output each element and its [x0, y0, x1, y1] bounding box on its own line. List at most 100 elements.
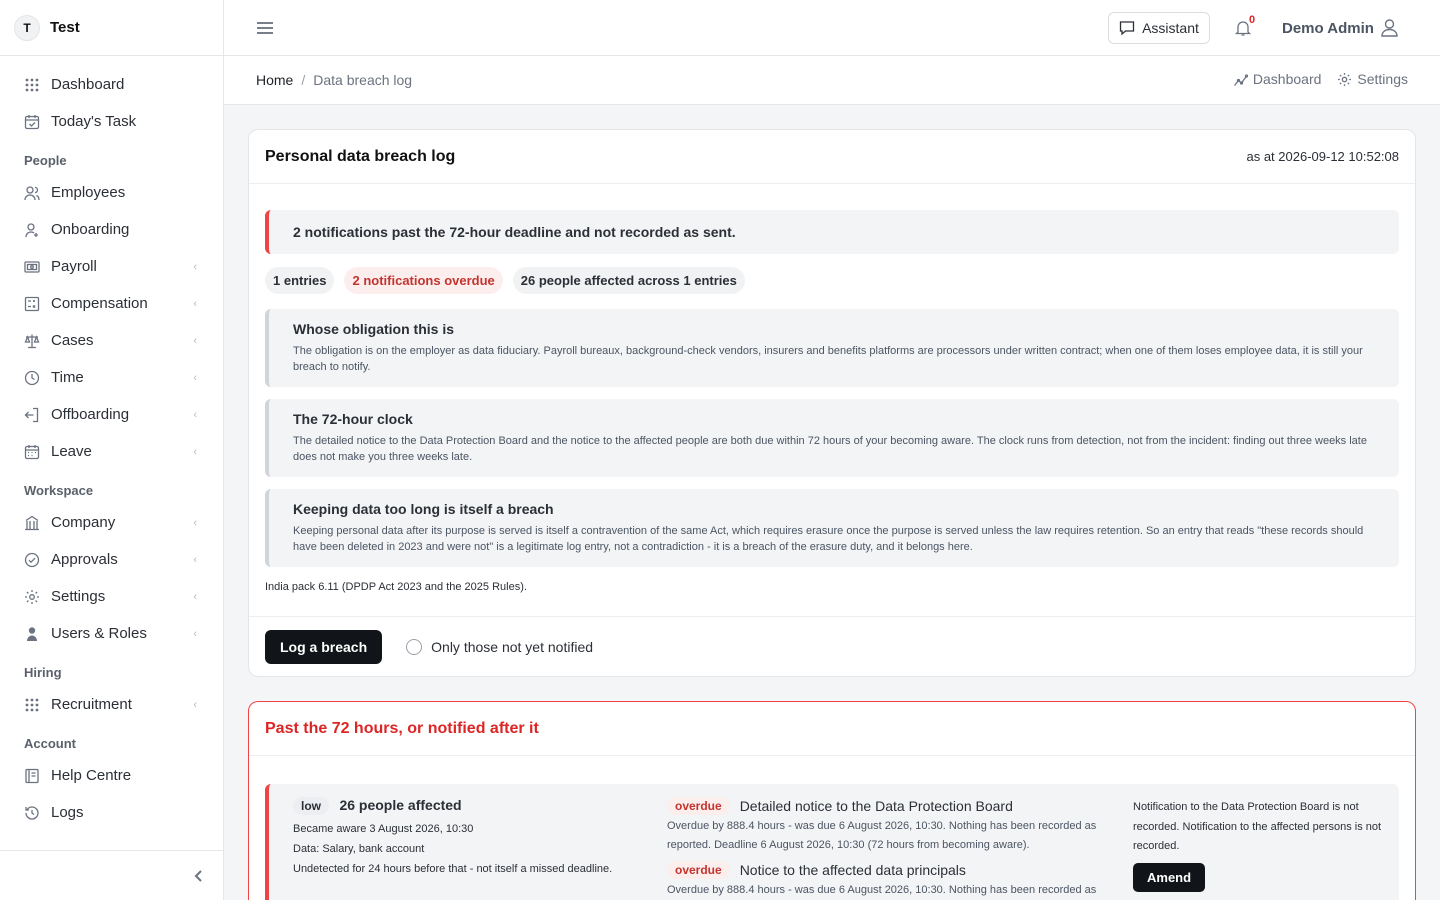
sidebar-item-help-centre[interactable]: Help Centre — [0, 757, 223, 794]
as-at-timestamp: as at 2026-09-12 10:52:08 — [1246, 149, 1399, 164]
brand[interactable]: T Test — [0, 0, 223, 56]
radio-button[interactable] — [406, 638, 423, 655]
overdue-card: Past the 72 hours, or notified after it … — [248, 701, 1416, 900]
data-categories: Data: Salary, bank account — [293, 843, 425, 855]
sidebar-item-label: Time — [51, 369, 84, 386]
chevron-left-icon[interactable]: ‹ — [193, 517, 197, 529]
chevron-left-icon[interactable]: ‹ — [193, 372, 197, 384]
filter-label: Only those not yet notified — [431, 638, 594, 655]
sidebar-item-payroll[interactable]: Payroll ‹ — [0, 248, 223, 285]
sidebar-item-label: Onboarding — [51, 221, 130, 238]
notification-count-badge: 0 — [1249, 14, 1256, 26]
building-icon — [24, 515, 40, 531]
pack-note: India pack 6.11 (DPDP Act 2023 and the 2… — [265, 581, 527, 593]
chevron-left-icon[interactable]: ‹ — [193, 335, 197, 347]
sidebar-item-label: Company — [51, 514, 116, 531]
sidebar-item-label: Approvals — [51, 551, 118, 568]
dashboard-link[interactable]: Dashboard — [1233, 71, 1321, 87]
severity-badge: low — [293, 797, 329, 815]
grid-icon — [24, 697, 40, 713]
user-shield-icon — [24, 626, 40, 642]
brand-logo: T — [14, 14, 40, 41]
sidebar-item-label: Today's Task — [51, 113, 137, 130]
overdue-badge: overdue — [667, 797, 730, 815]
sidebar-item-users-roles[interactable]: Users & Roles ‹ — [0, 615, 223, 652]
notification-status-text: Notification to the Data Protection Boar… — [1133, 801, 1382, 852]
chevron-left-icon[interactable]: ‹ — [193, 628, 197, 640]
sidebar-item-logs[interactable]: Logs — [0, 794, 223, 831]
sidebar-item-settings[interactable]: Settings ‹ — [0, 578, 223, 615]
sidebar-item-cases[interactable]: Cases ‹ — [0, 322, 223, 359]
chevron-left-icon[interactable]: ‹ — [193, 298, 197, 310]
brand-name: Test — [50, 19, 80, 36]
calculator-icon — [24, 296, 40, 312]
info-block-retention: Keeping data too long is itself a breach… — [265, 489, 1399, 567]
check-circle-icon — [24, 552, 40, 568]
card-header: Past the 72 hours, or notified after it — [249, 702, 1415, 756]
menu-toggle-icon[interactable] — [256, 19, 274, 37]
info-block-72-hour-clock: The 72-hour clock The detailed notice to… — [265, 399, 1399, 477]
sidebar-item-company[interactable]: Company ‹ — [0, 504, 223, 541]
assistant-label: Assistant — [1142, 20, 1199, 36]
chevron-left-icon[interactable]: ‹ — [193, 409, 197, 421]
book-icon — [24, 768, 40, 784]
affected-count-chip: 26 people affected across 1 entries — [512, 267, 745, 294]
notice-detail: Overdue by 888.4 hours - was due 6 Augus… — [667, 884, 1097, 896]
sidebar-item-label: Employees — [51, 184, 126, 201]
info-text: Keeping personal data after its purpose … — [293, 525, 1364, 553]
overdue-count-chip: 2 notifications overdue — [344, 267, 503, 294]
user-icon[interactable] — [1380, 18, 1399, 37]
breadcrumb-home-link[interactable]: Home — [256, 72, 293, 88]
log-breach-button[interactable]: Log a breach — [265, 629, 383, 664]
sidebar-item-employees[interactable]: Employees — [0, 174, 223, 211]
sidebar-item-todays-task[interactable]: Today's Task — [0, 103, 223, 140]
notice-title: Notice to the affected data principals — [739, 862, 966, 878]
sidebar-item-leave[interactable]: Leave ‹ — [0, 433, 223, 470]
sidebar-nav: Dashboard Today's Task People Employees … — [0, 56, 223, 831]
notice-row: overdue Detailed notice to the Data Prot… — [667, 797, 1107, 815]
info-text: The obligation is on the employer as dat… — [293, 345, 1363, 373]
chevron-left-icon[interactable]: ‹ — [193, 261, 197, 273]
overdue-badge: overdue — [667, 861, 730, 879]
info-text: The detailed notice to the Data Protecti… — [293, 435, 1367, 463]
entry-notices: overdue Detailed notice to the Data Prot… — [667, 797, 1107, 900]
sidebar-section-account: Account — [24, 736, 76, 751]
exit-icon — [24, 407, 40, 423]
chevron-left-icon[interactable]: ‹ — [193, 591, 197, 603]
not-yet-notified-filter[interactable]: Only those not yet notified — [406, 638, 594, 655]
breadcrumb-bar: Home / Data breach log Dashboard Setting… — [224, 56, 1440, 105]
assistant-button[interactable]: Assistant — [1108, 12, 1210, 44]
card-title: Past the 72 hours, or notified after it — [265, 719, 539, 737]
sidebar-collapse-button[interactable] — [0, 850, 224, 900]
notice-title: Detailed notice to the Data Protection B… — [739, 798, 1013, 814]
affected-count: 26 people affected — [339, 797, 462, 813]
sidebar-item-time[interactable]: Time ‹ — [0, 359, 223, 396]
sidebar-item-label: Help Centre — [51, 767, 132, 784]
sidebar-item-label: Cases — [51, 332, 94, 349]
sidebar-item-approvals[interactable]: Approvals ‹ — [0, 541, 223, 578]
settings-link-label: Settings — [1357, 71, 1408, 87]
history-icon — [24, 805, 40, 821]
breadcrumb-separator: / — [301, 72, 306, 88]
sidebar-item-dashboard[interactable]: Dashboard — [0, 66, 223, 103]
amend-button[interactable]: Amend — [1133, 862, 1206, 892]
chevron-left-icon[interactable]: ‹ — [193, 554, 197, 566]
sidebar-item-recruitment[interactable]: Recruitment ‹ — [0, 686, 223, 723]
sidebar-item-offboarding[interactable]: Offboarding ‹ — [0, 396, 223, 433]
sidebar-section-hiring: Hiring — [24, 665, 62, 680]
card-body: 2 notifications past the 72-hour deadlin… — [249, 184, 1415, 593]
settings-link[interactable]: Settings — [1337, 71, 1408, 87]
user-name[interactable]: Demo Admin — [1282, 20, 1374, 37]
sidebar-item-label: Payroll — [51, 258, 97, 275]
sidebar-item-compensation[interactable]: Compensation ‹ — [0, 285, 223, 322]
info-title: Whose obligation this is — [293, 321, 454, 337]
chevron-left-icon[interactable]: ‹ — [193, 446, 197, 458]
overdue-alert: 2 notifications past the 72-hour deadlin… — [265, 210, 1399, 254]
chevron-left-icon[interactable]: ‹ — [193, 699, 197, 711]
notice-row: overdue Notice to the affected data prin… — [667, 861, 1107, 879]
sidebar-item-onboarding[interactable]: Onboarding — [0, 211, 223, 248]
chat-icon — [1119, 21, 1135, 36]
payroll-icon — [24, 259, 40, 275]
info-title: Keeping data too long is itself a breach — [293, 501, 554, 517]
calendar-icon — [24, 444, 40, 460]
